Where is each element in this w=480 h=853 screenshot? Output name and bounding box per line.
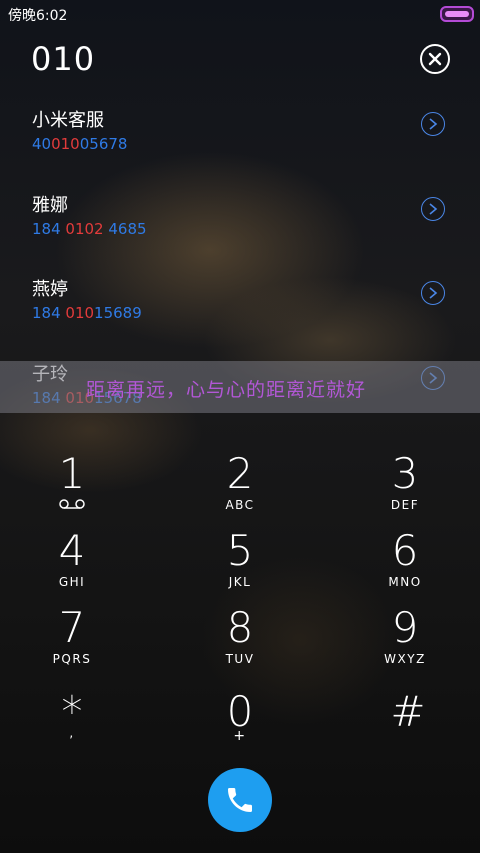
- key-8[interactable]: 8 TUV: [190, 606, 290, 676]
- key-5[interactable]: 5 JKL: [190, 529, 290, 599]
- call-button[interactable]: [208, 768, 272, 832]
- clear-button[interactable]: [420, 44, 450, 74]
- chevron-right-circle-icon[interactable]: [421, 112, 445, 136]
- key-7[interactable]: 7 PQRS: [22, 606, 122, 676]
- phone-icon: [228, 788, 252, 812]
- key-2[interactable]: 2 ABC: [190, 452, 290, 522]
- contact-name: 雅娜: [32, 195, 68, 216]
- key-digit: 1: [58, 449, 86, 498]
- key-letters: DEF: [390, 498, 420, 512]
- contact-number: 4001005678: [32, 135, 128, 153]
- key-letters: PQRS: [52, 652, 92, 666]
- key-digit: 6: [391, 526, 419, 575]
- chevron-right-circle-icon[interactable]: [421, 281, 445, 305]
- key-digit: 2: [226, 449, 254, 498]
- key-4[interactable]: 4 GHI: [22, 529, 122, 599]
- key-letters: ,: [69, 726, 75, 740]
- key-star[interactable]: * ,: [22, 690, 122, 760]
- banner-text: 距离再远，心与心的距离近就好: [86, 379, 367, 401]
- key-digit: 4: [58, 526, 86, 575]
- key-3[interactable]: 3 DEF: [355, 452, 455, 522]
- contact-row[interactable]: 雅娜 184 0102 4685: [0, 191, 480, 271]
- key-letters: +: [233, 728, 247, 744]
- contact-number: 184 01015689: [32, 304, 142, 322]
- key-9[interactable]: 9 WXYZ: [355, 606, 455, 676]
- key-hash[interactable]: #: [358, 690, 458, 760]
- status-bar: 傍晚6:02: [0, 0, 480, 28]
- key-digit: 9: [391, 603, 419, 652]
- key-letters: MNO: [388, 575, 422, 589]
- chevron-right-circle-icon[interactable]: [421, 197, 445, 221]
- close-icon: [428, 52, 442, 66]
- contact-row[interactable]: 小米客服 4001005678: [0, 106, 480, 186]
- contact-number: 184 0102 4685: [32, 220, 147, 238]
- voicemail-icon: [59, 499, 85, 509]
- key-letters: TUV: [225, 652, 255, 666]
- key-1[interactable]: 1: [22, 452, 122, 522]
- battery-icon: [440, 6, 474, 22]
- key-letters: ABC: [225, 498, 255, 512]
- key-letters: JKL: [228, 575, 252, 589]
- key-digit: 5: [226, 526, 254, 575]
- status-time: 傍晚6:02: [8, 8, 68, 24]
- key-letters: WXYZ: [384, 652, 426, 666]
- key-digit: 8: [226, 603, 254, 652]
- key-digit: #: [390, 687, 426, 736]
- key-digit: 7: [58, 603, 86, 652]
- contact-row[interactable]: 燕婷 184 01015689: [0, 275, 480, 355]
- key-digit: 3: [391, 449, 419, 498]
- key-0[interactable]: 0 +: [190, 690, 290, 760]
- contact-name: 燕婷: [32, 279, 68, 300]
- key-letters: GHI: [58, 575, 86, 589]
- dialed-number: 010: [31, 40, 96, 78]
- key-6[interactable]: 6 MNO: [355, 529, 455, 599]
- signature-banner: 距离再远，心与心的距离近就好: [0, 361, 480, 413]
- contact-name: 小米客服: [32, 110, 104, 131]
